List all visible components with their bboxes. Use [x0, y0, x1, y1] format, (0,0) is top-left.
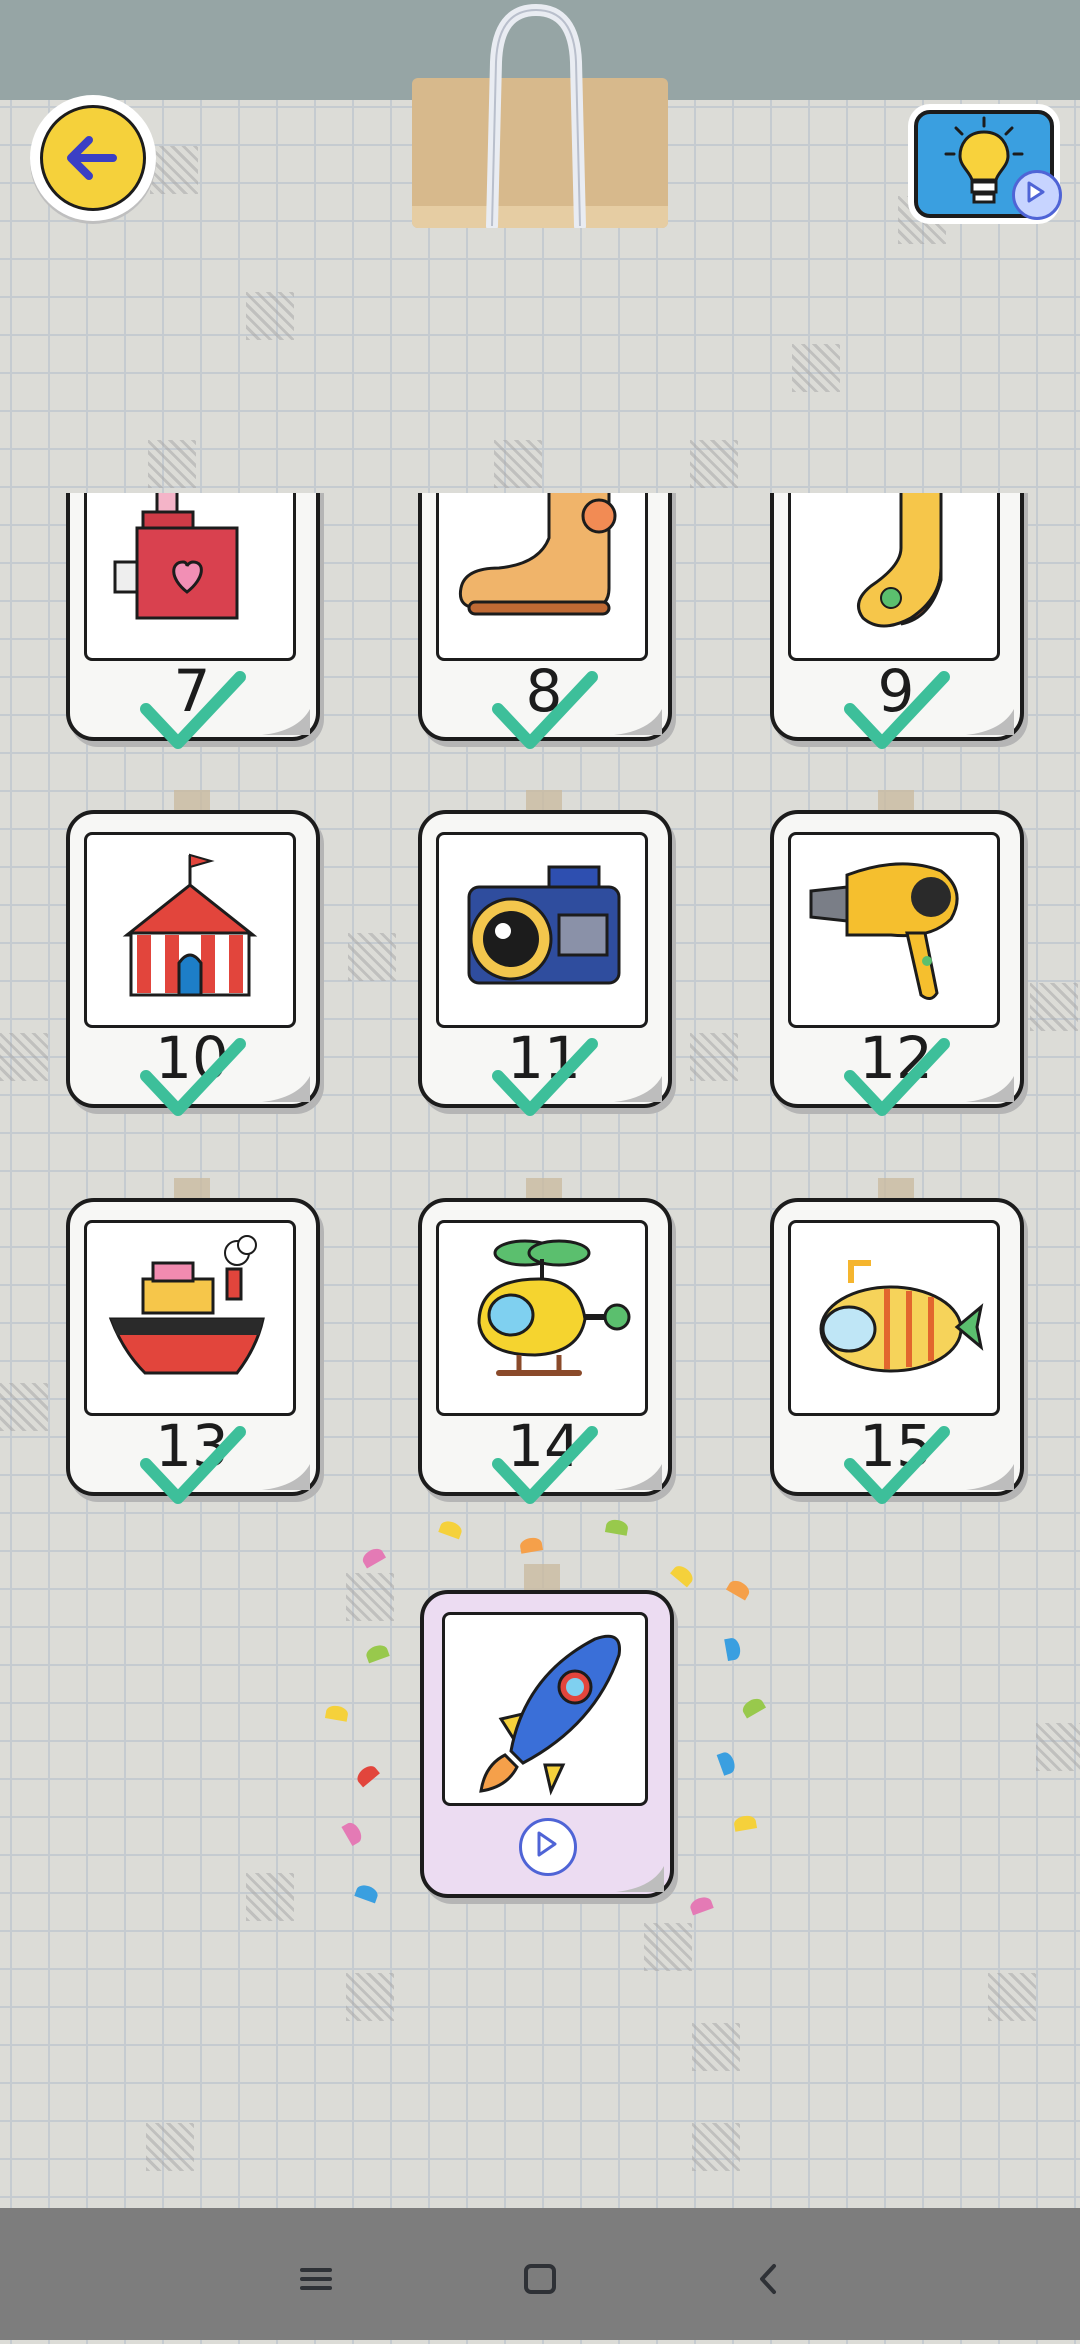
page-curl — [966, 1076, 1014, 1102]
paper-hatch — [146, 2123, 194, 2171]
hair-dryer-icon — [809, 862, 959, 1000]
arrow-left-icon — [67, 136, 117, 180]
page-curl — [616, 1866, 664, 1892]
paper-hatch — [246, 1873, 294, 1921]
completed-check-icon — [844, 1426, 950, 1504]
page-curl — [262, 1076, 310, 1102]
paper-hatch — [348, 933, 396, 981]
submarine-icon — [819, 1260, 984, 1373]
paper-hatch — [346, 1973, 394, 2021]
home-button[interactable] — [480, 2208, 600, 2340]
back-button[interactable] — [30, 95, 156, 221]
completed-check-icon — [492, 1426, 598, 1504]
paper-hatch — [692, 2023, 740, 2071]
system-nav-bar — [0, 2208, 1080, 2340]
completed-check-icon — [140, 671, 246, 749]
level-card-9[interactable]: 9 — [770, 493, 1024, 749]
level-card-7[interactable]: 7 — [66, 493, 320, 749]
level-card-11[interactable]: 11 — [418, 790, 672, 1116]
paper-hatch — [150, 146, 198, 194]
next-level-card[interactable] — [420, 1564, 674, 1900]
level-card-10[interactable]: 10 — [66, 790, 320, 1116]
completed-check-icon — [844, 671, 950, 749]
back-nav-icon — [760, 2264, 776, 2294]
page-curl — [262, 1464, 310, 1490]
paper-hatch — [644, 1923, 692, 1971]
page-curl — [614, 709, 662, 735]
system-back-button[interactable] — [708, 2208, 828, 2340]
paper-hatch — [1036, 1723, 1080, 1771]
paper-hatch — [988, 1973, 1036, 2021]
completed-check-icon — [844, 1038, 950, 1116]
page-curl — [614, 1076, 662, 1102]
level-card-14[interactable]: 14 — [418, 1178, 672, 1504]
boot-icon — [458, 493, 617, 616]
paper-hatch — [1030, 983, 1078, 1031]
hint-button[interactable] — [908, 104, 1062, 220]
video-play-icon — [1012, 170, 1062, 220]
home-icon — [524, 2264, 556, 2294]
page-curl — [966, 1464, 1014, 1490]
completed-check-icon — [492, 671, 598, 749]
paper-hatch — [692, 2123, 740, 2171]
completed-check-icon — [140, 1038, 246, 1116]
paper-hatch — [0, 1033, 48, 1081]
paper-hatch — [0, 1383, 48, 1431]
completed-check-icon — [492, 1038, 598, 1116]
level-card-8[interactable]: 8 — [418, 493, 672, 749]
level-card-12[interactable]: 12 — [770, 790, 1024, 1116]
watch-video-button[interactable] — [519, 1818, 577, 1876]
menu-icon — [300, 2268, 332, 2290]
page-curl — [262, 709, 310, 735]
paper-hatch — [494, 440, 542, 488]
helicopter-icon — [477, 1239, 631, 1376]
circus-tent-icon — [122, 853, 258, 997]
paper-hatch — [148, 440, 196, 488]
music-box-icon — [113, 493, 239, 620]
binder-clip-wire — [486, 3, 586, 228]
paper-hatch — [246, 292, 294, 340]
camera-icon — [467, 865, 621, 985]
page-curl — [614, 1464, 662, 1490]
paper-hatch — [792, 344, 840, 392]
level-card-15[interactable]: 15 — [770, 1178, 1024, 1504]
play-icon — [537, 1831, 557, 1857]
level-card-13[interactable]: 13 — [66, 1178, 320, 1504]
paper-hatch — [690, 440, 738, 488]
rocket-icon — [479, 1634, 621, 1796]
sock-icon — [857, 493, 943, 628]
completed-check-icon — [140, 1426, 246, 1504]
paper-hatch — [690, 1033, 738, 1081]
paper-hatch — [346, 1573, 394, 1621]
level-grid: 7 8 9 10 11 12 13 14 15 — [0, 493, 1080, 2340]
page-curl — [966, 709, 1014, 735]
recent-apps-button[interactable] — [256, 2208, 376, 2340]
ship-icon — [108, 1235, 265, 1375]
